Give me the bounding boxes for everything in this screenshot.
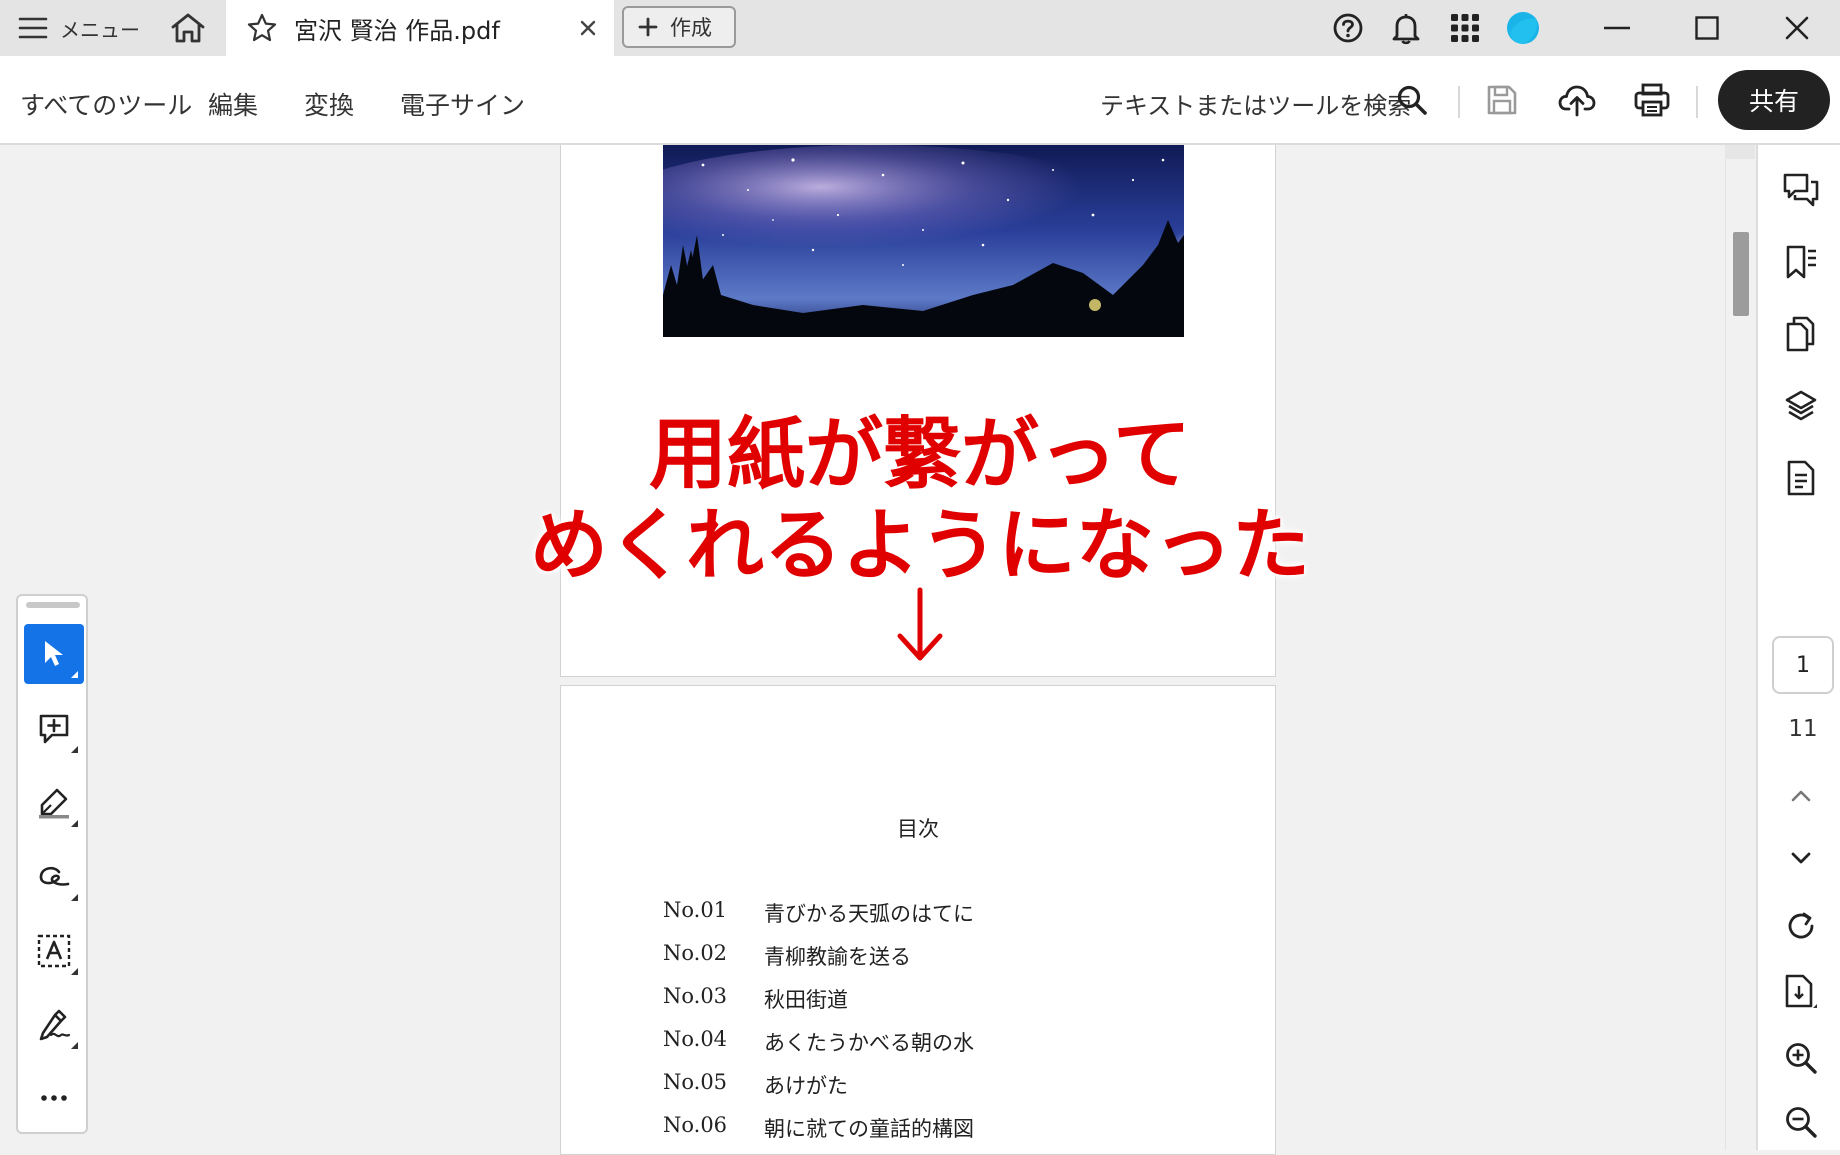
tab-title: 宮沢 賢治 作品.pdf xyxy=(294,16,500,45)
apps-grid-icon[interactable] xyxy=(1445,8,1485,48)
home-icon xyxy=(170,12,206,44)
help-icon[interactable] xyxy=(1328,8,1368,48)
menu-button[interactable]: メニュー xyxy=(0,0,150,56)
cloud-upload-icon[interactable] xyxy=(1555,78,1599,122)
drag-handle[interactable] xyxy=(26,602,80,608)
text-box-icon xyxy=(37,934,71,968)
bookmarks-icon[interactable] xyxy=(1779,240,1823,284)
sign-tool-button[interactable] xyxy=(24,995,84,1055)
toc-item-title: あくたうかべる朝の水 xyxy=(764,1031,974,1055)
toc-number: No.03 xyxy=(663,984,728,1008)
bell-icon[interactable] xyxy=(1386,8,1426,48)
menu-convert[interactable]: 変換 xyxy=(304,86,354,122)
page-scroll-mode-icon[interactable] xyxy=(1779,970,1823,1014)
down-arrow-icon xyxy=(875,586,965,664)
close-tab-icon[interactable] xyxy=(574,14,602,42)
total-pages-label: 11 xyxy=(1788,716,1818,742)
freehand-draw-icon xyxy=(37,864,71,890)
pages-thumbnails-icon[interactable] xyxy=(1779,312,1823,356)
quick-tools-panel xyxy=(16,594,88,1134)
print-icon[interactable] xyxy=(1630,78,1674,122)
share-button[interactable]: 共有 xyxy=(1718,70,1830,130)
toc-row[interactable]: No.01 青びかる天弧のはてに xyxy=(663,898,974,941)
more-dots-icon xyxy=(40,1094,68,1102)
minimize-icon[interactable] xyxy=(1582,4,1652,52)
draw-tool-button[interactable] xyxy=(24,847,84,907)
toc-row[interactable]: No.06 朝に就ての童話的構図 xyxy=(663,1113,974,1154)
menu-edit[interactable]: 編集 xyxy=(208,86,258,122)
toc-row[interactable]: No.04 あくたうかべる朝の水 xyxy=(663,1027,974,1070)
zoom-in-icon[interactable] xyxy=(1779,1036,1823,1080)
scrollbar-top-cap xyxy=(1725,145,1755,159)
menu-all-tools[interactable]: すべてのツール xyxy=(20,86,192,122)
toolbar: すべてのツール 編集 変換 電子サイン テキストまたはツールを検索 共有 xyxy=(0,56,1840,145)
create-label: 作成 xyxy=(670,16,712,40)
starry-sky-image xyxy=(663,145,1184,337)
toc-item-title: 秋田街道 xyxy=(764,988,848,1012)
toc-item-title: 青柳教諭を送る xyxy=(764,945,911,969)
more-tools-button[interactable] xyxy=(24,1068,84,1128)
pdf-page-2: 目次 No.01 青びかる天弧のはてに No.02 青柳教諭を送る No.03 … xyxy=(560,685,1276,1155)
save-icon[interactable] xyxy=(1480,78,1524,122)
zoom-out-icon[interactable] xyxy=(1779,1100,1823,1144)
menu-e-sign[interactable]: 電子サイン xyxy=(400,86,525,122)
cursor-icon xyxy=(42,639,66,669)
toc-item-title: 朝に就ての童話的構図 xyxy=(764,1117,974,1141)
highlighter-icon xyxy=(37,787,71,819)
toc-row[interactable]: No.02 青柳教諭を送る xyxy=(663,941,911,984)
menu-label: メニュー xyxy=(60,17,140,42)
layers-icon[interactable] xyxy=(1779,384,1823,428)
toc-number: No.01 xyxy=(663,898,728,922)
close-window-icon[interactable] xyxy=(1762,4,1832,52)
toc-number: No.02 xyxy=(663,941,728,965)
refresh-icon[interactable] xyxy=(1779,904,1823,948)
toc-number: No.05 xyxy=(663,1070,728,1094)
previous-page-icon[interactable] xyxy=(1779,774,1823,818)
create-button[interactable]: 作成 xyxy=(622,6,736,48)
scrollbar-thumb[interactable] xyxy=(1733,232,1749,316)
search-field[interactable]: テキストまたはツールを検索 xyxy=(1100,86,1411,121)
hamburger-icon xyxy=(18,16,48,40)
annotation-line-2: めくれるようになった xyxy=(529,501,1310,591)
star-icon[interactable] xyxy=(246,12,278,44)
toc-row[interactable]: No.03 秋田街道 xyxy=(663,984,848,1027)
toc-item-title: 青びかる天弧のはてに xyxy=(764,902,974,926)
toolbar-divider xyxy=(1458,86,1460,118)
avatar[interactable] xyxy=(1503,8,1543,48)
maximize-icon[interactable] xyxy=(1672,4,1742,52)
plus-icon xyxy=(638,17,658,37)
current-page-input[interactable]: 1 xyxy=(1772,636,1834,694)
home-button[interactable] xyxy=(164,6,212,50)
highlight-tool-button[interactable] xyxy=(24,773,84,833)
toolbar-divider xyxy=(1696,86,1698,118)
toc-number: No.04 xyxy=(663,1027,728,1051)
comment-plus-icon xyxy=(38,713,70,745)
search-icon[interactable] xyxy=(1390,78,1434,122)
text-box-tool-button[interactable] xyxy=(24,921,84,981)
toc-number: No.06 xyxy=(663,1113,728,1137)
document-properties-icon[interactable] xyxy=(1779,456,1823,500)
pen-sign-icon xyxy=(37,1009,71,1041)
add-comment-tool-button[interactable] xyxy=(24,699,84,759)
toc-title: 目次 xyxy=(897,817,939,841)
toc-row[interactable]: No.05 あけがた xyxy=(663,1070,848,1113)
document-tab[interactable]: 宮沢 賢治 作品.pdf xyxy=(226,0,614,56)
toc-item-title: あけがた xyxy=(764,1074,848,1098)
next-page-icon[interactable] xyxy=(1779,836,1823,880)
comments-icon[interactable] xyxy=(1779,168,1823,212)
select-tool-button[interactable] xyxy=(24,624,84,684)
